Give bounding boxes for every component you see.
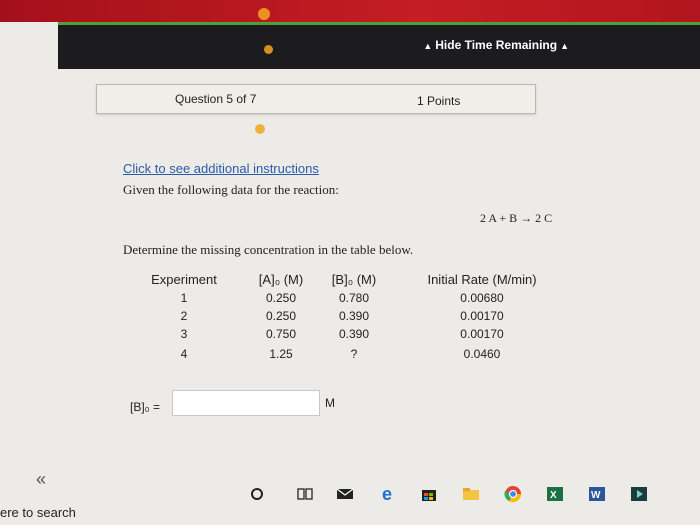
word-icon[interactable]: W (586, 483, 608, 505)
table-cell: 0.0460 (463, 347, 501, 361)
table-header: [B]₀ (M) (331, 272, 377, 287)
file-explorer-icon[interactable] (460, 483, 482, 505)
glare-spot (264, 45, 273, 54)
table-cell: 3 (180, 327, 188, 341)
glare-spot (255, 124, 265, 134)
table-cell: 0.00170 (460, 309, 504, 323)
excel-icon[interactable]: X (544, 483, 566, 505)
additional-instructions-link[interactable]: Click to see additional instructions (123, 161, 319, 176)
table-cell: 1 (180, 291, 188, 305)
table-cell: 0.250 (265, 291, 297, 305)
table-header: [A]₀ (M) (258, 272, 304, 287)
glare-spot (258, 8, 270, 20)
table-cell: 0.00680 (460, 291, 504, 305)
table-cell: ? (350, 347, 358, 361)
given-text: Given the following data for the reactio… (123, 182, 339, 197)
answer-input[interactable] (172, 390, 320, 416)
table-cell: 1.25 (269, 347, 293, 361)
edge-browser-icon[interactable]: e (376, 483, 398, 505)
exam-header-bar (58, 22, 700, 69)
browser-top-bar (0, 0, 700, 22)
table-header: Initial Rate (M/min) (427, 272, 537, 287)
answer-label: [B]₀ = (130, 400, 160, 414)
taskbar-search[interactable]: ere to search (0, 505, 76, 520)
table-header: Experiment (151, 272, 217, 287)
svg-text:W: W (591, 490, 601, 501)
app-icon[interactable] (628, 483, 650, 505)
answer-unit: M (325, 396, 335, 410)
determine-text: Determine the missing concentration in t… (123, 242, 414, 257)
table-cell: 0.00170 (460, 327, 504, 341)
table-cell: 4 (180, 347, 188, 361)
cortana-circle-icon[interactable] (246, 483, 268, 505)
triangle-up-icon: ▲ (423, 41, 433, 51)
task-view-icon[interactable] (294, 483, 316, 505)
table-cell: 0.250 (265, 309, 297, 323)
mail-icon[interactable] (334, 483, 356, 505)
hide-time-remaining-button[interactable]: ▲ Hide Time Remaining ▲ (420, 38, 572, 52)
chrome-icon[interactable] (502, 483, 524, 505)
question-header: Question 5 of 7 1 Points (96, 84, 536, 114)
table-cell: 2 (180, 309, 188, 323)
triangle-up-icon: ▲ (560, 41, 569, 51)
reaction-equation: 2 A + B → 2 C (480, 211, 553, 225)
hide-time-label: Hide Time Remaining (435, 38, 558, 52)
question-points: 1 Points (417, 94, 461, 108)
table-cell: 0.780 (338, 291, 370, 305)
table-cell: 0.750 (265, 327, 297, 341)
store-icon[interactable] (418, 483, 440, 505)
question-number: Question 5 of 7 (175, 92, 257, 106)
table-cell: 0.390 (338, 309, 370, 323)
svg-text:X: X (550, 490, 557, 501)
table-cell: 0.390 (338, 327, 370, 341)
